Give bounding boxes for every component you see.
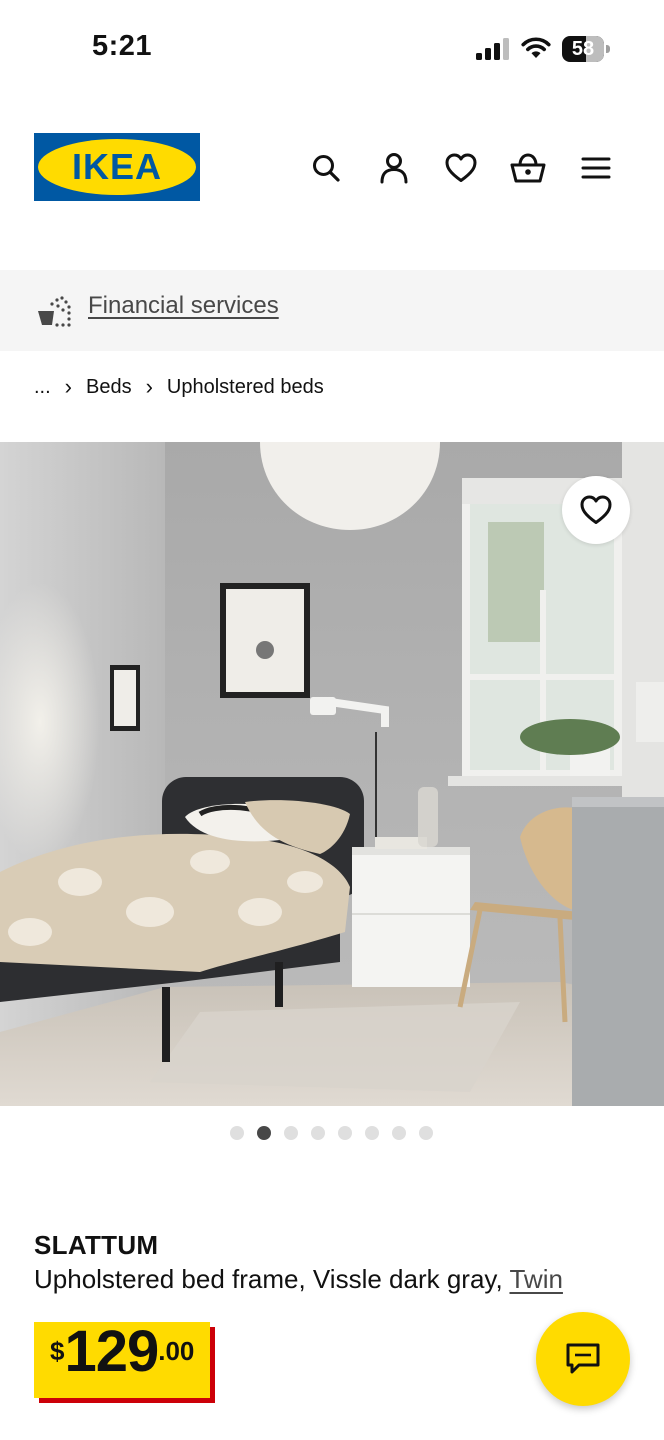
chat-icon [566, 1343, 600, 1374]
price-tag: $ 129 .00 [34, 1319, 211, 1398]
favorites-heart-icon[interactable] [441, 148, 481, 188]
breadcrumb-item-beds[interactable]: Beds [86, 376, 132, 399]
breadcrumb-separator: › [145, 374, 153, 399]
carousel-dot[interactable] [230, 1126, 244, 1140]
chat-button[interactable] [536, 1312, 630, 1406]
carousel-dot[interactable] [419, 1126, 433, 1140]
account-icon[interactable] [374, 148, 414, 188]
carousel-dot[interactable] [284, 1126, 298, 1140]
financial-services-link[interactable]: Financial services [88, 292, 279, 320]
price-currency: $ [50, 1336, 65, 1366]
breadcrumb-item-upholstered-beds[interactable]: Upholstered beds [167, 376, 324, 399]
status-bar: 5:21 58 [0, 0, 664, 100]
product-name: SLATTUM [34, 1230, 159, 1260]
breadcrumb: ... › Beds › Upholstered beds [34, 372, 324, 402]
shopping-cart-icon[interactable] [508, 148, 548, 188]
product-description-text: Upholstered bed frame, Vissle dark gray, [34, 1264, 510, 1294]
battery-icon: 58 [562, 36, 610, 62]
ikea-logo[interactable]: IKEA [34, 133, 200, 201]
breadcrumb-ellipsis[interactable]: ... [34, 376, 51, 399]
signal-icon [476, 38, 509, 60]
financial-services-icon [38, 296, 71, 327]
carousel-dot[interactable] [365, 1126, 379, 1140]
status-time: 5:21 [92, 30, 153, 62]
carousel-dot[interactable] [392, 1126, 406, 1140]
battery-level: 58 [571, 38, 595, 60]
site-header: IKEA [0, 100, 664, 270]
price-decimal: .00 [158, 1336, 195, 1366]
product-image[interactable] [0, 442, 664, 1106]
carousel-dot[interactable] [338, 1126, 352, 1140]
product-description: Upholstered bed frame, Vissle dark gray,… [34, 1264, 563, 1295]
image-carousel-dots [230, 1126, 433, 1140]
add-to-favorites-button[interactable] [562, 476, 630, 544]
menu-icon[interactable] [576, 148, 616, 188]
svg-text:IKEA: IKEA [72, 146, 162, 187]
financial-services-banner: Financial services [0, 270, 664, 351]
breadcrumb-separator: › [64, 374, 72, 399]
price-integer: 129 [64, 1319, 159, 1384]
product-size-link[interactable]: Twin [509, 1264, 562, 1294]
heart-icon [580, 495, 612, 524]
carousel-dot[interactable] [257, 1126, 271, 1140]
wifi-icon [521, 37, 551, 58]
search-icon[interactable] [306, 148, 346, 188]
carousel-dot[interactable] [311, 1126, 325, 1140]
